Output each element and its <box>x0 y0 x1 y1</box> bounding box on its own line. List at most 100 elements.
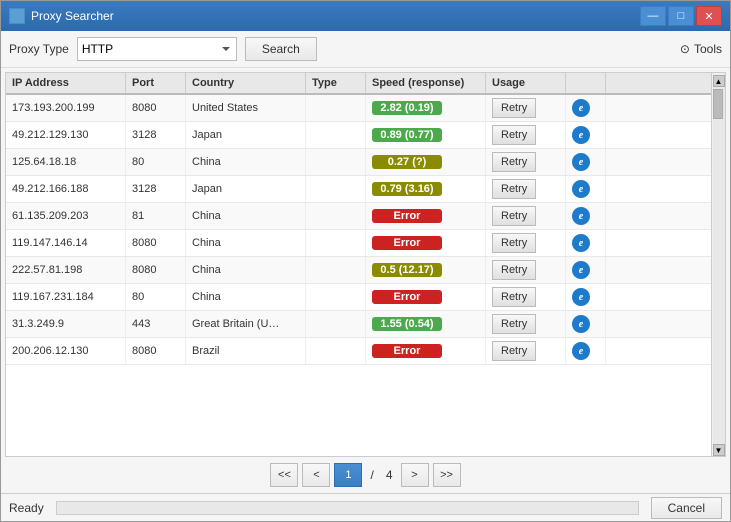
ie-icon[interactable]: e <box>572 180 590 198</box>
retry-button[interactable]: Retry <box>492 341 536 361</box>
table-row: 31.3.249.9443Great Britain (U…1.55 (0.54… <box>6 311 711 338</box>
cell-type <box>306 257 366 283</box>
statusbar: Ready Cancel <box>1 493 730 521</box>
cell-speed: 0.79 (3.16) <box>366 176 486 202</box>
current-page-button[interactable]: 1 <box>334 463 362 487</box>
ie-icon[interactable]: e <box>572 342 590 360</box>
retry-button[interactable]: Retry <box>492 233 536 253</box>
maximize-button[interactable]: □ <box>668 6 694 26</box>
cell-ip: 125.64.18.18 <box>6 149 126 175</box>
ie-icon[interactable]: e <box>572 234 590 252</box>
scrollbar-track[interactable] <box>713 87 725 444</box>
cancel-button[interactable]: Cancel <box>651 497 722 519</box>
cell-country: China <box>186 230 306 256</box>
ie-icon[interactable]: e <box>572 153 590 171</box>
cell-ip: 49.212.129.130 <box>6 122 126 148</box>
cell-ie: e <box>566 257 606 283</box>
last-page-button[interactable]: >> <box>433 463 461 487</box>
col-country: Country <box>186 73 306 93</box>
cell-type <box>306 338 366 364</box>
cell-ip: 200.206.12.130 <box>6 338 126 364</box>
cell-type <box>306 149 366 175</box>
speed-badge: 2.82 (0.19) <box>372 101 442 115</box>
scrollbar-up[interactable]: ▲ <box>713 75 725 87</box>
table-row: 119.147.146.148080ChinaErrorRetrye <box>6 230 711 257</box>
tools-button[interactable]: ⊙ Tools <box>680 42 722 56</box>
ie-icon[interactable]: e <box>572 315 590 333</box>
table-row: 119.167.231.18480ChinaErrorRetrye <box>6 284 711 311</box>
table-header: IP Address Port Country Type Speed (resp… <box>6 73 711 95</box>
ie-icon[interactable]: e <box>572 99 590 117</box>
progress-bar <box>56 501 639 515</box>
retry-button[interactable]: Retry <box>492 287 536 307</box>
ie-icon[interactable]: e <box>572 207 590 225</box>
cell-ie: e <box>566 311 606 337</box>
cell-ie: e <box>566 284 606 310</box>
cell-speed: Error <box>366 203 486 229</box>
tools-circle-icon: ⊙ <box>680 42 690 56</box>
cell-ie: e <box>566 230 606 256</box>
cell-port: 443 <box>126 311 186 337</box>
ie-icon[interactable]: e <box>572 261 590 279</box>
cell-retry: Retry <box>486 203 566 229</box>
cell-country: Japan <box>186 176 306 202</box>
cell-retry: Retry <box>486 95 566 121</box>
col-ip: IP Address <box>6 73 126 93</box>
first-page-button[interactable]: << <box>270 463 298 487</box>
cell-ie: e <box>566 122 606 148</box>
cell-port: 80 <box>126 149 186 175</box>
cell-speed: Error <box>366 338 486 364</box>
table-row: 125.64.18.1880China0.27 (?)Retrye <box>6 149 711 176</box>
retry-button[interactable]: Retry <box>492 314 536 334</box>
toolbar: Proxy Type HTTP HTTPS SOCKS4 SOCKS5 Sear… <box>1 31 730 68</box>
cell-type <box>306 95 366 121</box>
cell-type <box>306 230 366 256</box>
cell-country: China <box>186 149 306 175</box>
table-row: 222.57.81.1988080China0.5 (12.17)Retrye <box>6 257 711 284</box>
cell-port: 8080 <box>126 95 186 121</box>
titlebar: Proxy Searcher — □ ✕ <box>1 1 730 31</box>
cell-ip: 61.135.209.203 <box>6 203 126 229</box>
cell-type <box>306 122 366 148</box>
retry-button[interactable]: Retry <box>492 152 536 172</box>
retry-button[interactable]: Retry <box>492 260 536 280</box>
speed-badge: 0.89 (0.77) <box>372 128 442 142</box>
cell-retry: Retry <box>486 257 566 283</box>
cell-port: 81 <box>126 203 186 229</box>
speed-badge: 0.5 (12.17) <box>372 263 442 277</box>
cell-type <box>306 176 366 202</box>
cell-port: 3128 <box>126 176 186 202</box>
proxy-type-select[interactable]: HTTP HTTPS SOCKS4 SOCKS5 <box>77 37 237 61</box>
cell-country: China <box>186 284 306 310</box>
cell-ip: 31.3.249.9 <box>6 311 126 337</box>
retry-button[interactable]: Retry <box>492 98 536 118</box>
main-window: Proxy Searcher — □ ✕ Proxy Type HTTP HTT… <box>0 0 731 522</box>
window-title: Proxy Searcher <box>31 9 114 23</box>
cell-retry: Retry <box>486 149 566 175</box>
retry-button[interactable]: Retry <box>492 125 536 145</box>
next-page-button[interactable]: > <box>401 463 429 487</box>
cell-country: Brazil <box>186 338 306 364</box>
prev-page-button[interactable]: < <box>302 463 330 487</box>
status-text: Ready <box>9 501 44 515</box>
cell-speed: Error <box>366 230 486 256</box>
scrollbar-thumb[interactable] <box>713 89 723 119</box>
minimize-button[interactable]: — <box>640 6 666 26</box>
table-row: 200.206.12.1308080BrazilErrorRetrye <box>6 338 711 365</box>
close-button[interactable]: ✕ <box>696 6 722 26</box>
search-button[interactable]: Search <box>245 37 317 61</box>
cell-ip: 173.193.200.199 <box>6 95 126 121</box>
cell-ie: e <box>566 338 606 364</box>
tools-label: Tools <box>694 42 722 56</box>
retry-button[interactable]: Retry <box>492 206 536 226</box>
retry-button[interactable]: Retry <box>492 179 536 199</box>
cell-retry: Retry <box>486 284 566 310</box>
cell-ip: 119.167.231.184 <box>6 284 126 310</box>
cell-ie: e <box>566 95 606 121</box>
cell-speed: Error <box>366 284 486 310</box>
scrollbar-down[interactable]: ▼ <box>713 444 725 456</box>
page-separator: / <box>366 468 377 482</box>
ie-icon[interactable]: e <box>572 288 590 306</box>
ie-icon[interactable]: e <box>572 126 590 144</box>
cell-retry: Retry <box>486 311 566 337</box>
